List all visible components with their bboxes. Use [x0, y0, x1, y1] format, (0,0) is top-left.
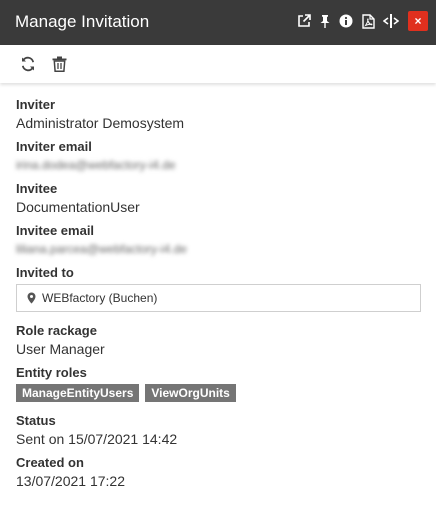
info-icon[interactable]: [338, 13, 354, 29]
field-label: Inviter email: [16, 139, 92, 154]
pin-icon[interactable]: [317, 13, 333, 29]
field-label: Created on: [16, 455, 84, 470]
entity-roles-list: ManageEntityUsers ViewOrgUnits: [16, 384, 424, 402]
external-link-icon[interactable]: [296, 13, 312, 29]
field-role-package: Role rackage User Manager: [16, 323, 424, 358]
field-label: Invited to: [16, 265, 74, 280]
field-label: Role rackage: [16, 323, 97, 338]
close-button[interactable]: ×: [408, 11, 428, 31]
invited-to-value: WEBfactory (Buchen): [42, 291, 158, 305]
dialog-header: Manage Invitation ×: [0, 0, 436, 45]
field-label: Status: [16, 413, 56, 428]
field-value: Sent on 15/07/2021 14:42: [16, 431, 178, 447]
invited-to-select[interactable]: WEBfactory (Buchen): [16, 284, 421, 312]
field-inviter: Inviter Administrator Demosystem: [16, 97, 424, 132]
field-created-on: Created on 13/07/2021 17:22: [16, 455, 424, 490]
field-label: Entity roles: [16, 365, 87, 380]
toolbar: [0, 45, 436, 83]
field-value: irina.dodea@webfactory-i4.de: [16, 158, 176, 172]
field-label: Inviter: [16, 97, 56, 112]
field-value: DocumentationUser: [16, 199, 140, 215]
refresh-icon[interactable]: [19, 55, 37, 73]
field-value: Administrator Demosystem: [16, 115, 185, 131]
field-value: liliana.parcea@webfactory-i4.de: [16, 242, 187, 256]
field-label: Invitee: [16, 181, 58, 196]
field-value: User Manager: [16, 341, 105, 357]
location-pin-icon: [27, 292, 36, 304]
pdf-icon[interactable]: [360, 13, 376, 29]
field-invited-to: Invited to WEBfactory (Buchen): [16, 265, 424, 312]
field-invitee: Invitee DocumentationUser: [16, 181, 424, 216]
field-value: 13/07/2021 17:22: [16, 473, 125, 489]
role-chip: ManageEntityUsers: [16, 384, 140, 402]
close-icon: ×: [414, 14, 422, 28]
resize-icon[interactable]: [383, 13, 399, 29]
role-chip: ViewOrgUnits: [145, 384, 236, 402]
field-invitee-email: Invitee email liliana.parcea@webfactory-…: [16, 223, 424, 258]
dialog-title: Manage Invitation: [15, 12, 150, 31]
field-entity-roles: Entity roles ManageEntityUsers ViewOrgUn…: [16, 365, 424, 402]
field-label: Invitee email: [16, 223, 95, 238]
field-status: Status Sent on 15/07/2021 14:42: [16, 413, 424, 448]
field-inviter-email: Inviter email irina.dodea@webfactory-i4.…: [16, 139, 424, 174]
trash-icon[interactable]: [50, 55, 68, 73]
